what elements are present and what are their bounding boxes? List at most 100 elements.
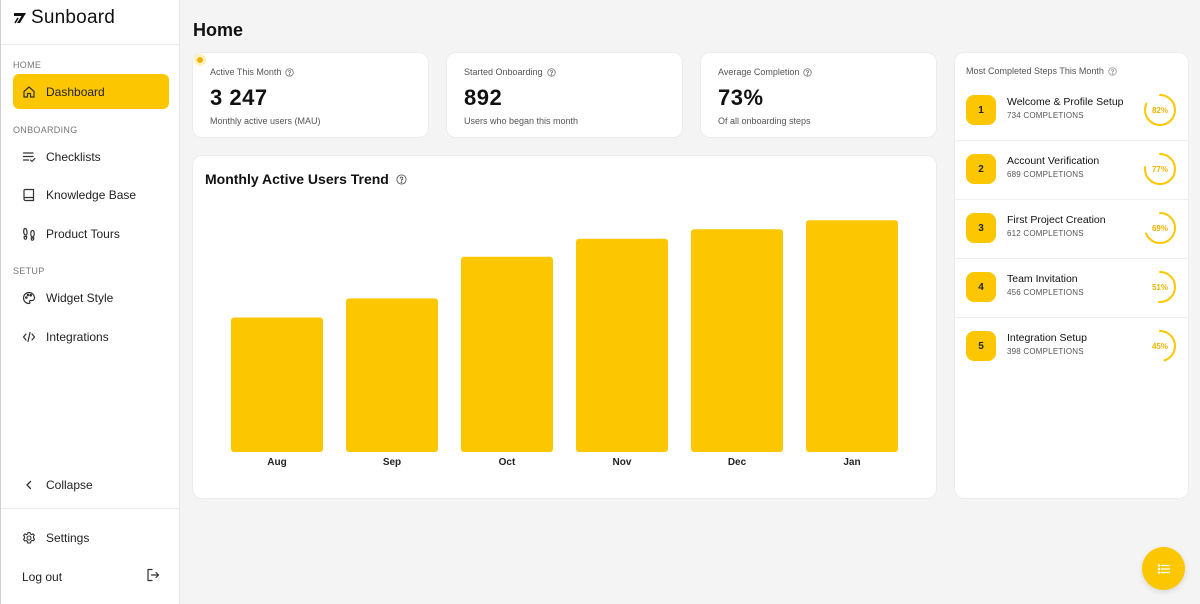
palette-icon — [22, 291, 36, 304]
help-icon[interactable] — [285, 67, 295, 77]
notification-dot — [194, 54, 206, 66]
stat-value: 3 247 — [210, 85, 268, 110]
collapse-button[interactable]: Collapse — [13, 467, 169, 502]
stat-card-average-completion: Average Completion 73% Of all onboarding… — [700, 52, 937, 138]
step-row: 1 Welcome & Profile Setup 734 COMPLETIONS 8… — [955, 82, 1189, 141]
divider — [1, 508, 179, 509]
x-tick-label: Aug — [267, 457, 286, 468]
book-icon — [23, 188, 35, 201]
step-percent: 45% — [1151, 341, 1168, 351]
sidebar-item-label: Product Tours — [46, 226, 120, 241]
sidebar-item-label: Dashboard — [46, 84, 105, 99]
step-completions: 689 COMPLETIONS — [1007, 170, 1084, 179]
step-name: Integration Setup — [1007, 332, 1087, 344]
stat-value: 892 — [464, 85, 503, 110]
step-row: 2 Account Verification 689 COMPLETIONS 77% — [955, 141, 1189, 200]
sidebar-item-product-tours[interactable]: Product Tours — [13, 216, 169, 251]
bar-jan[interactable] — [806, 220, 898, 452]
settings-label: Settings — [46, 530, 90, 545]
step-row: 4 Team Invitation 456 COMPLETIONS 51% — [955, 259, 1189, 318]
x-tick-label: Oct — [499, 457, 516, 468]
settings-button[interactable]: Settings — [13, 520, 169, 555]
stat-value: 73% — [718, 85, 764, 110]
sidebar: Sunboard HOME Dashboard ONBOARDING Check… — [0, 0, 180, 604]
step-name: Account Verification — [1007, 155, 1100, 167]
step-number-badge: 4 — [966, 272, 996, 302]
sidebar-item-label: Checklists — [46, 149, 101, 164]
chevron-left-icon — [26, 480, 32, 489]
home-icon — [23, 85, 35, 98]
step-completions: 612 COMPLETIONS — [1007, 229, 1084, 238]
section-label-setup: SETUP — [13, 266, 45, 276]
logout-label: Log out — [22, 569, 63, 584]
app-name: Sunboard — [31, 7, 116, 28]
step-row: 5 Integration Setup 398 COMPLETIONS 45% — [955, 318, 1189, 377]
page-title: Home — [193, 20, 244, 40]
help-icon[interactable] — [803, 67, 813, 77]
step-percent: 82% — [1151, 105, 1168, 115]
step-name: Welcome & Profile Setup — [1007, 96, 1124, 108]
step-completions: 456 COMPLETIONS — [1007, 288, 1084, 297]
sidebar-item-integrations[interactable]: Integrations — [13, 319, 169, 354]
stat-card-active-users: Active This Month 3 247 Monthly active u… — [192, 52, 429, 138]
sidebar-item-knowledge-base[interactable]: Knowledge Base — [13, 177, 169, 212]
gear-icon — [23, 531, 36, 544]
stat-label: Active This Month — [210, 67, 282, 77]
bar-dec[interactable] — [691, 229, 783, 452]
sidebar-item-dashboard[interactable]: Dashboard — [13, 74, 169, 109]
steps-title: Most Completed Steps This Month — [966, 66, 1104, 76]
checklist-icon — [22, 151, 36, 162]
stat-label-row: Active This Month — [210, 67, 295, 77]
step-number-badge: 3 — [966, 213, 996, 243]
stat-label-row: Average Completion — [718, 67, 813, 77]
step-percent: 77% — [1151, 164, 1168, 174]
stat-subtext: Monthly active users (MAU) — [210, 116, 321, 126]
step-number-badge: 1 — [966, 95, 996, 125]
bar-sep[interactable] — [346, 298, 438, 452]
sidebar-item-label: Widget Style — [46, 290, 114, 305]
divider — [1, 44, 179, 45]
step-number-badge: 5 — [966, 331, 996, 361]
sidebar-item-widget-style[interactable]: Widget Style — [13, 280, 169, 315]
stat-label: Average Completion — [718, 67, 800, 77]
sidebar-item-checklists[interactable]: Checklists — [13, 139, 169, 174]
stat-subtext: Users who began this month — [464, 116, 579, 126]
x-tick-label: Nov — [613, 457, 632, 468]
list-icon — [1157, 563, 1170, 574]
code-icon — [22, 331, 36, 342]
app-logo[interactable]: Sunboard — [13, 7, 116, 28]
step-completions: 398 COMPLETIONS — [1007, 347, 1084, 356]
step-number-badge: 2 — [966, 154, 996, 184]
stat-label: Started Onboarding — [464, 67, 543, 77]
x-tick-label: Sep — [383, 457, 401, 468]
sidebar-item-label: Knowledge Base — [46, 187, 137, 202]
step-name: First Project Creation — [1007, 214, 1106, 226]
steps-title-row: Most Completed Steps This Month — [966, 66, 1117, 76]
stat-subtext: Of all onboarding steps — [718, 116, 811, 126]
sunboard-logo-icon — [14, 13, 26, 24]
help-icon[interactable] — [1108, 66, 1117, 76]
footprints-icon — [23, 227, 35, 241]
step-percent: 69% — [1151, 223, 1168, 233]
help-icon[interactable] — [546, 67, 556, 77]
chart-card: Monthly Active Users Trend Aug Sep Oct Nov D… — [192, 155, 937, 499]
step-row: 3 First Project Creation 612 COMPLETIONS 69… — [955, 200, 1189, 259]
collapse-label: Collapse — [46, 477, 93, 492]
step-completions: 734 COMPLETIONS — [1007, 111, 1084, 120]
bar-nov[interactable] — [576, 238, 668, 452]
sidebar-item-label: Integrations — [46, 329, 109, 344]
most-completed-steps-panel: Most Completed Steps This Month 1 Welcome… — [954, 52, 1189, 499]
step-name: Team Invitation — [1007, 273, 1078, 285]
section-label-home: HOME — [13, 60, 42, 70]
bar-chart: Aug Sep Oct Nov Dec Jan — [231, 220, 898, 468]
stat-card-started-onboarding: Started Onboarding 892 Users who began t… — [446, 52, 683, 138]
step-percent: 51% — [1151, 282, 1168, 292]
x-tick-label: Dec — [728, 457, 747, 468]
bar-aug[interactable] — [231, 317, 323, 452]
section-label-onboarding: ONBOARDING — [13, 125, 78, 135]
stat-label-row: Started Onboarding — [464, 67, 556, 77]
checklist-launcher-button[interactable] — [1142, 547, 1185, 590]
logout-icon[interactable] — [146, 568, 160, 582]
x-tick-label: Jan — [843, 457, 860, 468]
bar-oct[interactable] — [461, 256, 553, 452]
